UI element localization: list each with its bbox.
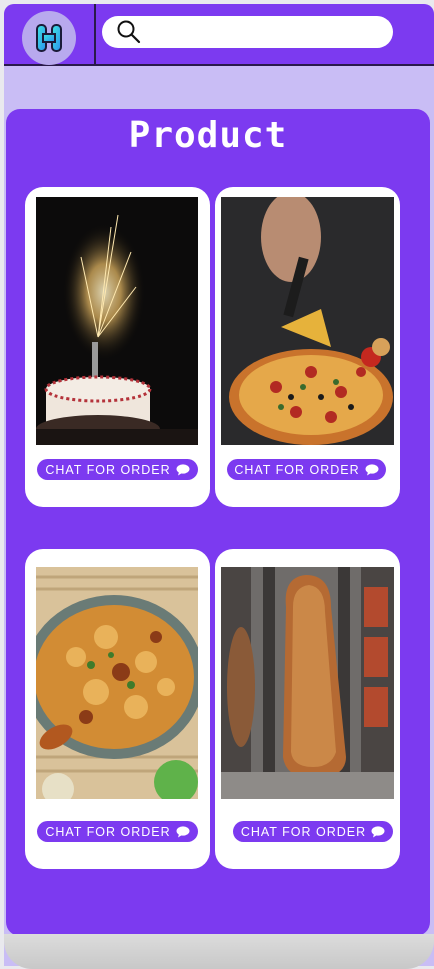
- chat-for-order-button[interactable]: CHAT FOR ORDER: [227, 459, 386, 480]
- search-input[interactable]: [146, 20, 382, 44]
- search-icon[interactable]: [116, 19, 142, 45]
- app-logo-h-icon: [36, 24, 62, 52]
- chat-for-order-label: CHAT FOR ORDER: [45, 462, 171, 477]
- speech-bubble-icon: [176, 463, 190, 476]
- speech-bubble-icon: [365, 463, 379, 476]
- product-image-cake[interactable]: [36, 197, 198, 445]
- logo-container: [4, 4, 96, 66]
- chat-for-order-button[interactable]: CHAT FOR ORDER: [37, 821, 198, 842]
- search-bar: [102, 16, 393, 48]
- product-card: CHAT FOR ORDER: [215, 549, 400, 869]
- speech-bubble-icon: [176, 825, 190, 838]
- chat-for-order-button[interactable]: CHAT FOR ORDER: [233, 821, 393, 842]
- product-image-pizza[interactable]: [221, 197, 394, 445]
- product-card: CHAT FOR ORDER: [215, 187, 400, 507]
- top-navbar: [4, 4, 434, 66]
- app-frame: Product CHAT FOR ORDER CHAT FOR ORDER CH…: [4, 4, 434, 966]
- product-card: CHAT FOR ORDER: [25, 187, 210, 507]
- page-title: Product: [128, 115, 288, 156]
- chat-for-order-label: CHAT FOR ORDER: [45, 824, 171, 839]
- product-card: CHAT FOR ORDER: [25, 549, 210, 869]
- speech-bubble-icon: [371, 825, 385, 838]
- bottom-bezel: [4, 934, 434, 969]
- chat-for-order-label: CHAT FOR ORDER: [240, 824, 367, 839]
- chat-for-order-label: CHAT FOR ORDER: [234, 462, 360, 477]
- product-image-shawarma[interactable]: [221, 567, 394, 799]
- product-panel: Product CHAT FOR ORDER CHAT FOR ORDER CH…: [6, 109, 430, 936]
- app-logo[interactable]: [22, 11, 76, 65]
- product-image-biryani[interactable]: [36, 567, 198, 799]
- chat-for-order-button[interactable]: CHAT FOR ORDER: [37, 459, 198, 480]
